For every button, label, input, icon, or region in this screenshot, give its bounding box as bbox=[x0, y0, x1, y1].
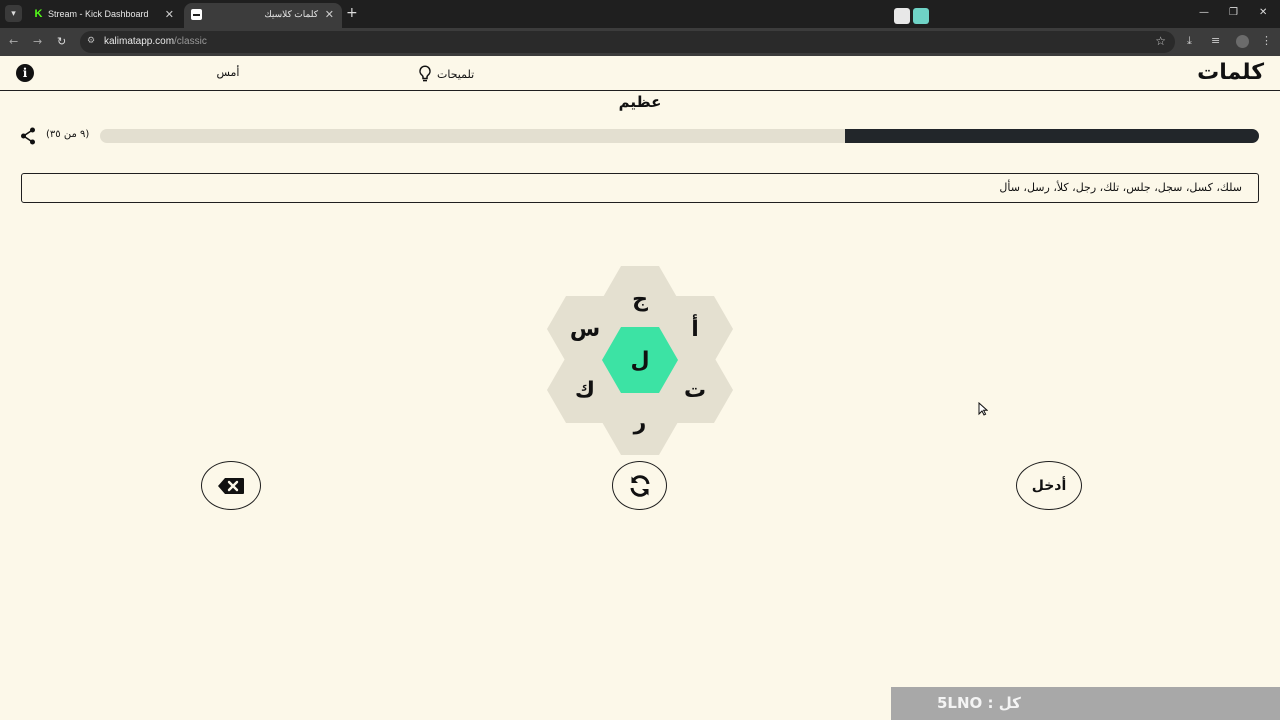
kalimat-icon bbox=[191, 9, 202, 20]
hints-button[interactable]: تلميحات bbox=[418, 64, 474, 84]
browser-menu-icon[interactable]: ⋮ bbox=[1261, 34, 1272, 47]
back-icon[interactable]: ← bbox=[9, 35, 18, 48]
yesterday-link[interactable]: أمس bbox=[204, 66, 252, 79]
kick-icon: K bbox=[33, 8, 44, 20]
tab-title: Stream - Kick Dashboard bbox=[48, 9, 149, 19]
new-tab-button[interactable]: + bbox=[346, 6, 358, 20]
skull-icon bbox=[894, 8, 910, 24]
url-path: /classic bbox=[174, 36, 207, 47]
found-words-list: سلك، كسل، سجل، جلس، تلك، رجل، كلأ، رسل، … bbox=[999, 181, 1242, 194]
found-words-box[interactable]: سلك، كسل، سجل، جلس، تلك، رجل، كلأ، رسل، … bbox=[21, 173, 1259, 203]
grid-icon bbox=[913, 8, 929, 24]
media-control-icon[interactable]: ≡ bbox=[1211, 34, 1220, 47]
browser-tab-strip: ▾ K Stream - Kick Dashboard ✕ كلمات كلاس… bbox=[0, 0, 1280, 28]
forward-icon[interactable]: → bbox=[33, 35, 42, 48]
url-text: kalimatapp.com/classic bbox=[104, 36, 207, 47]
word-count: (٩ من ٣٥) bbox=[46, 129, 90, 140]
site-info-icon[interactable]: ⚙ bbox=[87, 36, 95, 46]
shuffle-icon bbox=[630, 474, 649, 497]
info-icon[interactable]: i bbox=[16, 64, 34, 82]
address-bar[interactable]: ⚙ kalimatapp.com/classic ☆ bbox=[80, 31, 1175, 53]
tab-close-icon[interactable]: ✕ bbox=[325, 8, 334, 21]
shuffle-button[interactable] bbox=[612, 461, 667, 510]
tab-close-icon[interactable]: ✕ bbox=[165, 8, 174, 21]
window-close-icon[interactable]: ✕ bbox=[1259, 7, 1267, 18]
app-header: i أمس تلميحات كلمات bbox=[0, 56, 1280, 91]
tab-title: كلمات كلاسيك bbox=[264, 9, 318, 19]
backspace-icon bbox=[218, 477, 244, 494]
minimize-icon[interactable]: — bbox=[1199, 7, 1209, 18]
download-icon[interactable]: ⤓ bbox=[1187, 34, 1192, 48]
mouse-cursor-icon bbox=[978, 402, 988, 416]
tab-kick-dashboard[interactable]: K Stream - Kick Dashboard ✕ bbox=[26, 3, 182, 28]
stream-overlay-text: كل : 5LNO bbox=[937, 694, 1021, 712]
hints-label: تلميحات bbox=[437, 67, 475, 81]
tab-search-button[interactable]: ▾ bbox=[5, 5, 22, 22]
delete-button[interactable] bbox=[201, 461, 261, 510]
url-host: kalimatapp.com bbox=[104, 36, 175, 47]
lightbulb-icon bbox=[419, 65, 431, 82]
share-icon[interactable] bbox=[20, 127, 36, 145]
rank-label: عظيم bbox=[618, 93, 662, 111]
progress-bar bbox=[100, 129, 1259, 143]
tab-kalimat-classic[interactable]: كلمات كلاسيك ✕ bbox=[184, 3, 342, 28]
browser-toolbar: ← → ↻ ⚙ kalimatapp.com/classic ☆ ⤓ ≡ ⋮ bbox=[0, 28, 1280, 56]
enter-button[interactable]: أدخل bbox=[1016, 461, 1082, 510]
bookmark-star-icon[interactable]: ☆ bbox=[1155, 34, 1166, 48]
progress-fill bbox=[845, 129, 1259, 143]
profile-avatar[interactable] bbox=[1236, 35, 1249, 48]
restore-icon[interactable]: ❐ bbox=[1229, 7, 1238, 18]
app-logo: كلمات bbox=[1197, 60, 1264, 85]
reload-icon[interactable]: ↻ bbox=[57, 35, 66, 48]
